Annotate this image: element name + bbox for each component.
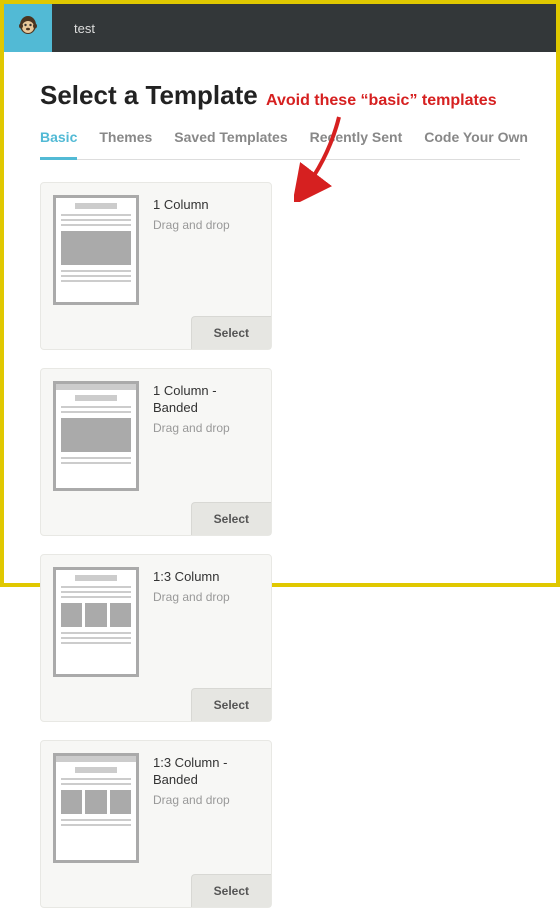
tab-code-your-own[interactable]: Code Your Own	[424, 129, 528, 159]
template-card[interactable]: 1 Column Drag and drop Select	[40, 182, 272, 350]
template-subtitle: Drag and drop	[153, 218, 230, 232]
tab-recently-sent[interactable]: Recently Sent	[310, 129, 403, 159]
template-subtitle: Drag and drop	[153, 590, 230, 604]
content-area: Select a Template Basic Themes Saved Tem…	[4, 52, 556, 908]
select-button[interactable]: Select	[191, 502, 271, 535]
template-subtitle: Drag and drop	[153, 793, 257, 807]
template-thumbnail	[53, 567, 139, 677]
select-button[interactable]: Select	[191, 688, 271, 721]
template-title: 1:3 Column - Banded	[153, 755, 257, 789]
template-card[interactable]: 1:3 Column - Banded Drag and drop Select	[40, 740, 272, 908]
page-title: Select a Template	[40, 80, 520, 111]
tabs-nav: Basic Themes Saved Templates Recently Se…	[40, 129, 520, 160]
template-title: 1 Column - Banded	[153, 383, 257, 417]
template-card[interactable]: 1 Column - Banded Drag and drop Select	[40, 368, 272, 536]
template-thumbnail	[53, 195, 139, 305]
template-subtitle: Drag and drop	[153, 421, 257, 435]
tab-themes[interactable]: Themes	[99, 129, 152, 159]
template-title: 1 Column	[153, 197, 230, 214]
select-button[interactable]: Select	[191, 874, 271, 907]
tab-basic[interactable]: Basic	[40, 129, 77, 160]
template-grid: 1 Column Drag and drop Select 1 Column -…	[40, 182, 520, 908]
header-title: test	[74, 21, 95, 36]
monkey-icon	[16, 14, 40, 42]
template-thumbnail	[53, 381, 139, 491]
mailchimp-logo[interactable]	[4, 4, 52, 52]
template-thumbnail	[53, 753, 139, 863]
select-button[interactable]: Select	[191, 316, 271, 349]
template-title: 1:3 Column	[153, 569, 230, 586]
top-header: test	[4, 4, 556, 52]
template-card[interactable]: 1:3 Column Drag and drop Select	[40, 554, 272, 722]
tab-saved-templates[interactable]: Saved Templates	[174, 129, 287, 159]
